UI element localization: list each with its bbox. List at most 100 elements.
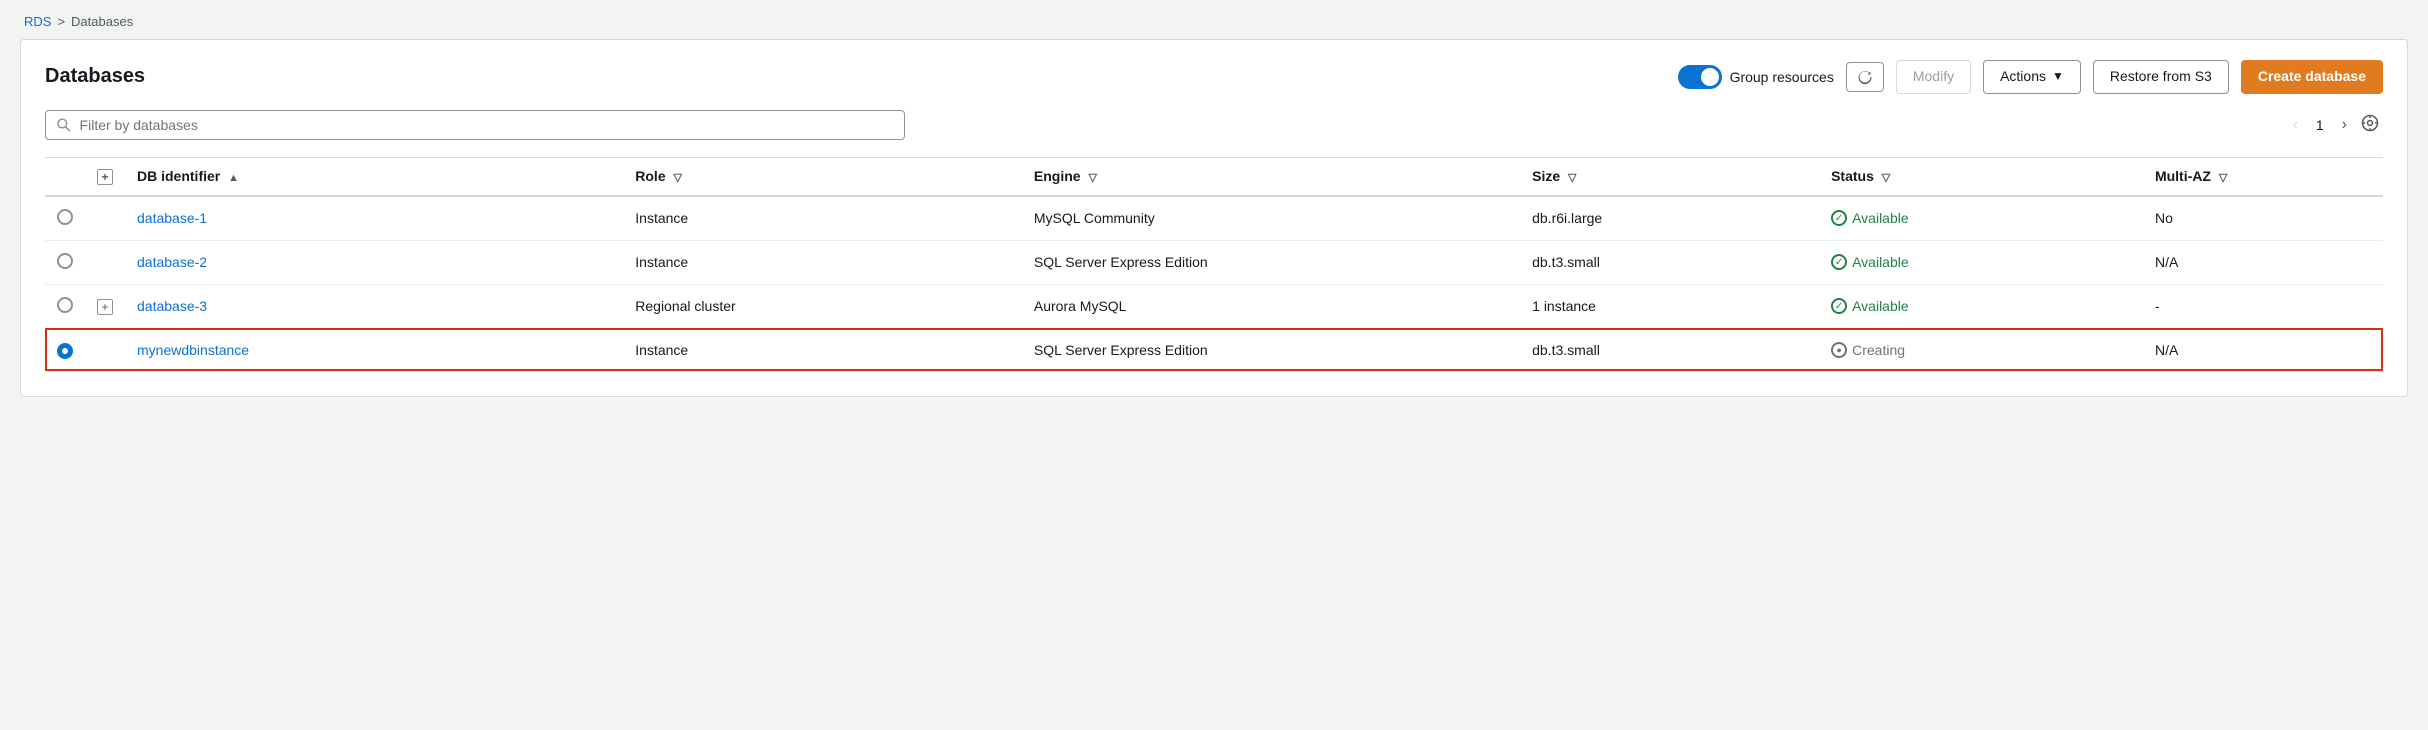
col-header-expand: + [85, 157, 125, 196]
search-row: ‹ 1 › [45, 110, 2383, 141]
row-dbid-cell[interactable]: database-3 [125, 284, 623, 328]
breadcrumb: RDS > Databases [0, 0, 2428, 39]
status-available: ✓ Available [1831, 298, 2131, 314]
row-radio-cell[interactable] [45, 284, 85, 328]
refresh-icon [1857, 69, 1873, 85]
row-expand-cell [85, 240, 125, 284]
radio-selected-icon[interactable] [57, 343, 73, 359]
row-size-cell: db.t3.small [1520, 328, 1819, 371]
row-status-cell: ✓ Available [1819, 284, 2143, 328]
status-label: Available [1852, 298, 1909, 314]
search-input[interactable] [80, 117, 894, 133]
col-header-status[interactable]: Status ▽ [1819, 157, 2143, 196]
row-status-cell: ● Creating [1819, 328, 2143, 371]
db-identifier-link[interactable]: database-2 [137, 254, 207, 270]
db-identifier-link[interactable]: mynewdbinstance [137, 342, 249, 358]
table-settings-button[interactable] [2357, 110, 2383, 141]
radio-unselected-icon[interactable] [57, 253, 73, 269]
group-resources-label: Group resources [1730, 69, 1834, 85]
row-radio-cell[interactable] [45, 196, 85, 241]
group-resources-toggle[interactable] [1678, 65, 1722, 89]
row-dbid-cell[interactable]: database-2 [125, 240, 623, 284]
row-size-cell: 1 instance [1520, 284, 1819, 328]
row-radio-cell[interactable] [45, 328, 85, 371]
actions-chevron-icon: ▼ [2052, 68, 2064, 85]
available-check-icon: ✓ [1831, 298, 1847, 314]
col-header-engine[interactable]: Engine ▽ [1022, 157, 1520, 196]
row-expand-cell [85, 328, 125, 371]
next-page-button[interactable]: › [2336, 112, 2353, 138]
row-engine-cell: SQL Server Express Edition [1022, 328, 1520, 371]
col-dbid-sort-icon: ▲ [228, 172, 239, 184]
expand-all-icon[interactable]: + [97, 169, 113, 185]
col-role-sort-icon: ▽ [674, 172, 682, 184]
radio-unselected-icon[interactable] [57, 209, 73, 225]
available-check-icon: ✓ [1831, 210, 1847, 226]
table-row[interactable]: mynewdbinstance InstanceSQL Server Expres… [45, 328, 2383, 371]
row-status-cell: ✓ Available [1819, 196, 2143, 241]
col-header-multiaz[interactable]: Multi-AZ ▽ [2143, 157, 2383, 196]
status-label: Creating [1852, 342, 1905, 358]
row-expand-cell [85, 196, 125, 241]
row-multiaz-cell: - [2143, 284, 2383, 328]
row-multiaz-cell: N/A [2143, 240, 2383, 284]
restore-from-s3-button[interactable]: Restore from S3 [2093, 60, 2229, 94]
table-row[interactable]: database-2InstanceSQL Server Express Edi… [45, 240, 2383, 284]
breadcrumb-rds-link[interactable]: RDS [24, 14, 51, 29]
col-dbid-label: DB identifier [137, 168, 220, 184]
row-size-cell: db.t3.small [1520, 240, 1819, 284]
breadcrumb-separator: > [57, 14, 65, 29]
row-multiaz-cell: N/A [2143, 328, 2383, 371]
group-resources-toggle-row: Group resources [1678, 65, 1834, 89]
row-status-cell: ✓ Available [1819, 240, 2143, 284]
pagination: ‹ 1 › [2287, 110, 2383, 141]
col-role-label: Role [635, 168, 665, 184]
panel-title: Databases [45, 65, 145, 88]
available-check-icon: ✓ [1831, 254, 1847, 270]
col-size-sort-icon: ▽ [1568, 172, 1576, 184]
databases-table-wrapper: + DB identifier ▲ Role ▽ Engine ▽ [45, 157, 2383, 372]
creating-clock-icon: ● [1831, 342, 1847, 358]
col-engine-sort-icon: ▽ [1088, 172, 1096, 184]
status-available: ✓ Available [1831, 210, 2131, 226]
col-size-label: Size [1532, 168, 1560, 184]
db-identifier-link[interactable]: database-1 [137, 210, 207, 226]
table-row[interactable]: database-1InstanceMySQL Communitydb.r6i.… [45, 196, 2383, 241]
col-header-role[interactable]: Role ▽ [623, 157, 1022, 196]
row-expand-cell[interactable]: + [85, 284, 125, 328]
actions-button[interactable]: Actions ▼ [1983, 60, 2081, 94]
row-multiaz-cell: No [2143, 196, 2383, 241]
row-engine-cell: MySQL Community [1022, 196, 1520, 241]
col-header-size[interactable]: Size ▽ [1520, 157, 1819, 196]
modify-button[interactable]: Modify [1896, 60, 1971, 94]
databases-panel: Databases Group resources Modify Actions… [20, 39, 2408, 397]
row-dbid-cell[interactable]: database-1 [125, 196, 623, 241]
breadcrumb-current: Databases [71, 14, 133, 29]
search-icon [56, 117, 72, 133]
radio-unselected-icon[interactable] [57, 297, 73, 313]
row-radio-cell[interactable] [45, 240, 85, 284]
page-number: 1 [2308, 117, 2332, 133]
col-status-label: Status [1831, 168, 1874, 184]
table-row[interactable]: +database-3Regional clusterAurora MySQL1… [45, 284, 2383, 328]
status-label: Available [1852, 254, 1909, 270]
search-bar[interactable] [45, 110, 905, 140]
panel-header: Databases Group resources Modify Actions… [45, 60, 2383, 94]
refresh-button[interactable] [1846, 62, 1884, 92]
col-header-check [45, 157, 85, 196]
row-dbid-cell[interactable]: mynewdbinstance [125, 328, 623, 371]
row-role-cell: Instance [623, 328, 1022, 371]
row-role-cell: Instance [623, 240, 1022, 284]
create-database-button[interactable]: Create database [2241, 60, 2383, 94]
row-engine-cell: Aurora MySQL [1022, 284, 1520, 328]
row-size-cell: db.r6i.large [1520, 196, 1819, 241]
col-engine-label: Engine [1034, 168, 1081, 184]
status-creating: ● Creating [1831, 342, 2131, 358]
settings-icon [2361, 114, 2379, 132]
row-expand-icon[interactable]: + [97, 299, 113, 315]
db-identifier-link[interactable]: database-3 [137, 298, 207, 314]
prev-page-button[interactable]: ‹ [2287, 112, 2304, 138]
col-header-dbid[interactable]: DB identifier ▲ [125, 157, 623, 196]
actions-label: Actions [2000, 67, 2046, 87]
col-multiaz-sort-icon: ▽ [2219, 172, 2227, 184]
